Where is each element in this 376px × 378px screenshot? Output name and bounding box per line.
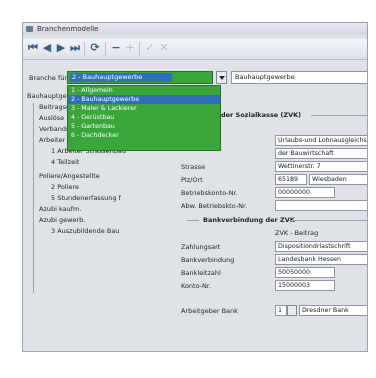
tree-item[interactable]: Azubi kaufm. [39,204,81,215]
toolbar-separator [105,42,106,56]
toolbar-separator [84,42,85,56]
strasse-field[interactable]: Wettinerstr. 7 [275,161,367,172]
branch-selected-value: 2 - Bauhauptgewerbe [70,73,172,82]
tree-connector [33,103,34,293]
dropdown-option[interactable]: 1 - Allgemein [68,86,220,95]
tree-item[interactable]: Azubi gewerb. [39,215,85,226]
arbeitgeber-num-field[interactable]: 1 [275,305,287,316]
remove-record-icon[interactable]: − [110,42,122,54]
dropdown-option[interactable]: 6 - Dachdecker [68,131,220,140]
bankleitzahl-field[interactable]: 50050000 [275,267,335,278]
soka-section-title: der Sozialkasse (ZVK) [221,111,302,119]
branch-dropdown-list: 1 - Allgemein 2 - Bauhauptgewerbe 3 - Ma… [67,85,221,151]
cancel-icon[interactable]: ✕ [158,42,170,54]
betriebskonto-field[interactable]: 00000000 [275,187,335,198]
branch-name-field[interactable]: Bauhauptgewerbe [231,71,367,84]
next-record-icon[interactable]: ▶ [55,42,67,54]
tree-item[interactable]: 2 Poliere [51,182,79,193]
app-icon [26,26,33,32]
dropdown-option[interactable]: 4 - Gerüstbau [68,113,220,122]
app-window: Branchenmodelle ⏮ ◀ ▶ ⏭ ⟳ − + ✓ ✕ Branch… [22,22,368,352]
dropdown-option[interactable]: 3 - Maler & Lackierer [68,104,220,113]
window-titlebar: Branchenmodelle [23,23,367,35]
abw-betriebskonto-field[interactable] [275,200,367,211]
abw-betriebskonto-label: Abw. Betriebskto-Nr. [181,202,248,210]
last-record-icon[interactable]: ⏭ [69,42,81,54]
branch-label: Branche für: [29,74,70,82]
branch-select[interactable]: 2 - Bauhauptgewerbe [67,71,213,84]
tree-item[interactable]: 5 Stundenerfassung f [51,193,121,204]
ort-field[interactable]: Wiesbaden [309,174,367,185]
konto-field[interactable]: 15000003 [275,280,335,291]
strasse-label: Strasse [181,163,206,171]
section-divider [311,115,367,116]
zahlungsart-field[interactable]: Dispositiondrlastschrift [275,241,367,252]
dropdown-option-selected[interactable]: 2 - Bauhauptgewerbe [68,95,220,104]
konto-label: Konto-Nr. [181,282,212,290]
zvk-beitrag-label: ZVK - Beitrag [275,229,319,237]
arbeitgeber-lookup-button[interactable] [287,305,297,316]
dropdown-option[interactable]: 5 - Gartenbau [68,122,220,131]
bankverbindung-field[interactable]: Landesbank Hessen [275,254,367,265]
tree-item[interactable]: Poliere/Angestellte [39,171,100,182]
previous-record-icon[interactable]: ◀ [41,42,53,54]
zahlungsart-label: Zahlungsart [181,243,221,251]
tree-item[interactable]: Arbeiter [39,135,65,146]
tree-item[interactable]: Auslöse [39,113,64,124]
bankverbindung-label: Bankverbindung [181,256,235,264]
betriebskonto-label: Betriebskonto-Nr. [181,189,238,197]
arbeitgeber-bank-label: Arbeitgeber Bank [181,307,238,315]
confirm-icon[interactable]: ✓ [144,42,156,54]
tree-item[interactable]: 4 Teilzeit [51,157,79,168]
soka-name2-field[interactable]: der Bauwirtschaft [275,148,367,159]
add-record-icon[interactable]: + [124,42,136,54]
section-divider [187,220,199,221]
bank-section-title: Bankverbindung der ZVK [203,216,295,224]
bankleitzahl-label: Bankleitzahl [181,269,221,277]
toolbar: ⏮ ◀ ▶ ⏭ ⟳ − + ✓ ✕ [23,39,367,60]
toolbar-separator [139,42,140,56]
refresh-icon[interactable]: ⟳ [89,42,101,54]
first-record-icon[interactable]: ⏮ [27,42,39,54]
plzort-label: Plz/Ort [181,176,203,184]
chevron-down-icon [219,76,225,80]
branch-dropdown-button[interactable] [216,71,227,84]
plz-field[interactable]: 65189 [275,174,307,185]
soka-name-field[interactable]: Urlaubs-und Lohnausgleichskasse [275,135,367,146]
window-title: Branchenmodelle [37,25,99,33]
arbeitgeber-bank-field[interactable]: Dresdner Bank [299,305,367,316]
section-divider [289,220,367,221]
tree-item[interactable]: 3 Auszubildende Bau [51,226,119,237]
